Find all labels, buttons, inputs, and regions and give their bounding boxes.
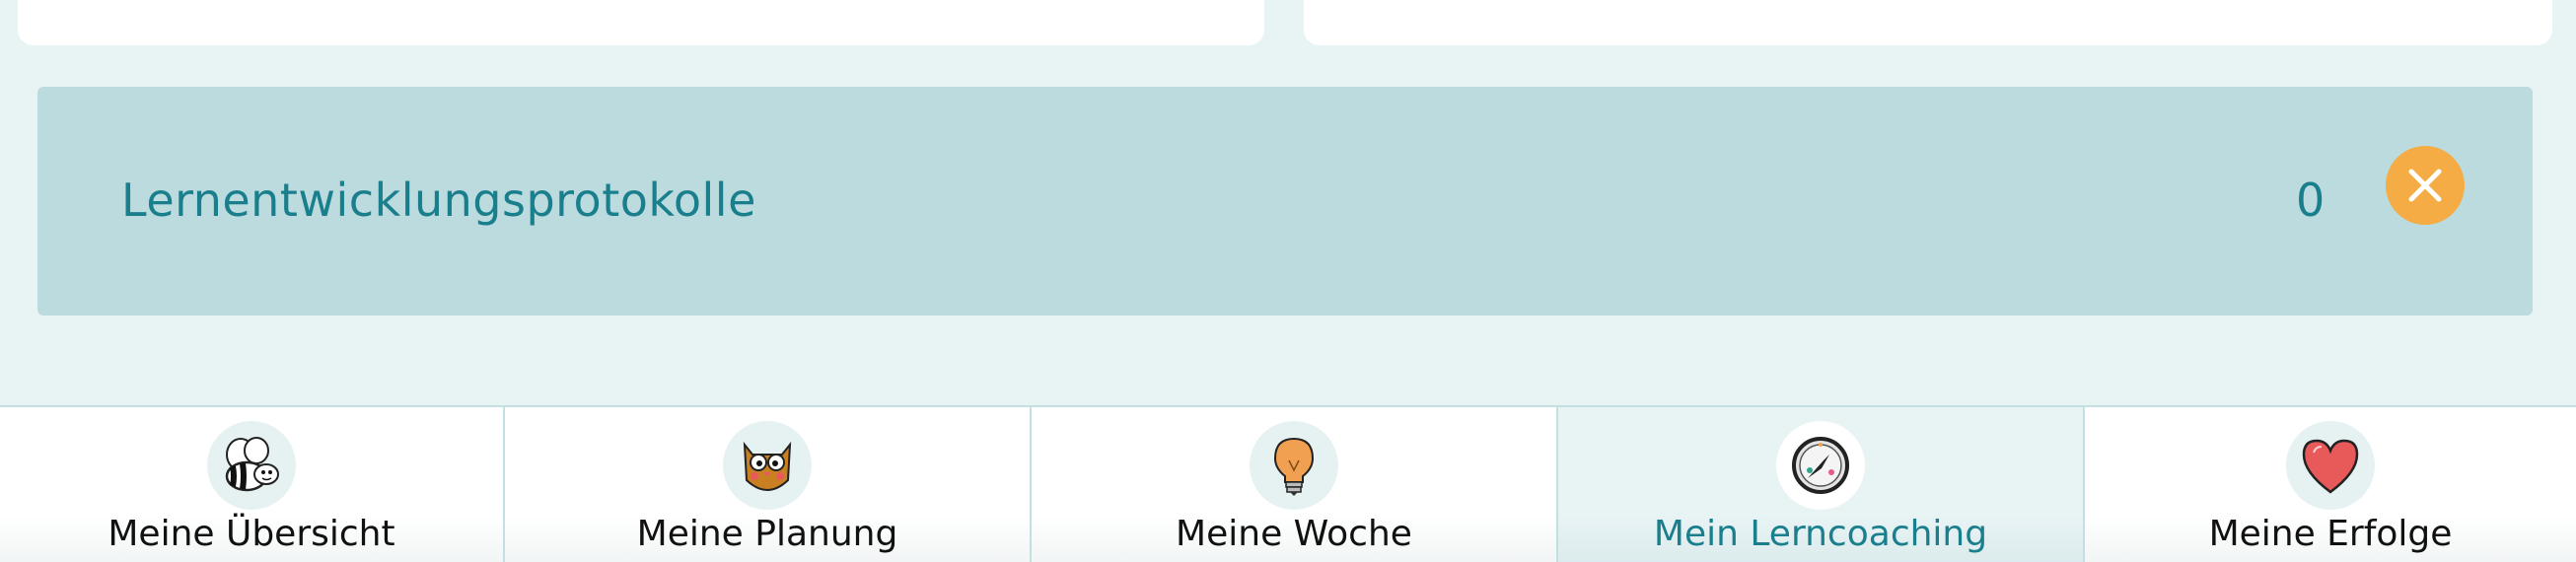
close-button[interactable]: [2386, 146, 2465, 225]
bottom-nav: Meine Übersicht Meine Planung Meine Woch…: [0, 405, 2576, 562]
nav-label: Meine Erfolge: [2208, 514, 2453, 554]
protocol-count: 0: [2296, 174, 2326, 227]
owl-icon: [723, 421, 812, 510]
nav-label: Meine Übersicht: [107, 514, 395, 554]
nav-tab-lerncoaching[interactable]: Mein Lerncoaching: [1558, 407, 2085, 562]
nav-tab-uebersicht[interactable]: Meine Übersicht: [0, 407, 505, 562]
heart-icon: [2286, 421, 2375, 510]
nav-label: Mein Lerncoaching: [1653, 514, 1988, 554]
nav-tab-planung[interactable]: Meine Planung: [505, 407, 1032, 562]
top-card-left: [18, 0, 1264, 45]
close-x-icon: [2408, 169, 2442, 202]
nav-label: Meine Woche: [1176, 514, 1412, 554]
nav-label: Meine Planung: [636, 514, 898, 554]
protocol-panel[interactable]: Lernentwicklungsprotokolle 0: [37, 87, 2533, 316]
nav-tab-erfolge[interactable]: Meine Erfolge: [2085, 407, 2576, 562]
lightbulb-icon: [1250, 421, 1338, 510]
protocol-title: Lernentwicklungsprotokolle: [121, 174, 756, 227]
bee-icon: [207, 421, 296, 510]
nav-tab-woche[interactable]: Meine Woche: [1032, 407, 1558, 562]
compass-icon: [1776, 421, 1865, 510]
top-card-right: [1304, 0, 2552, 45]
